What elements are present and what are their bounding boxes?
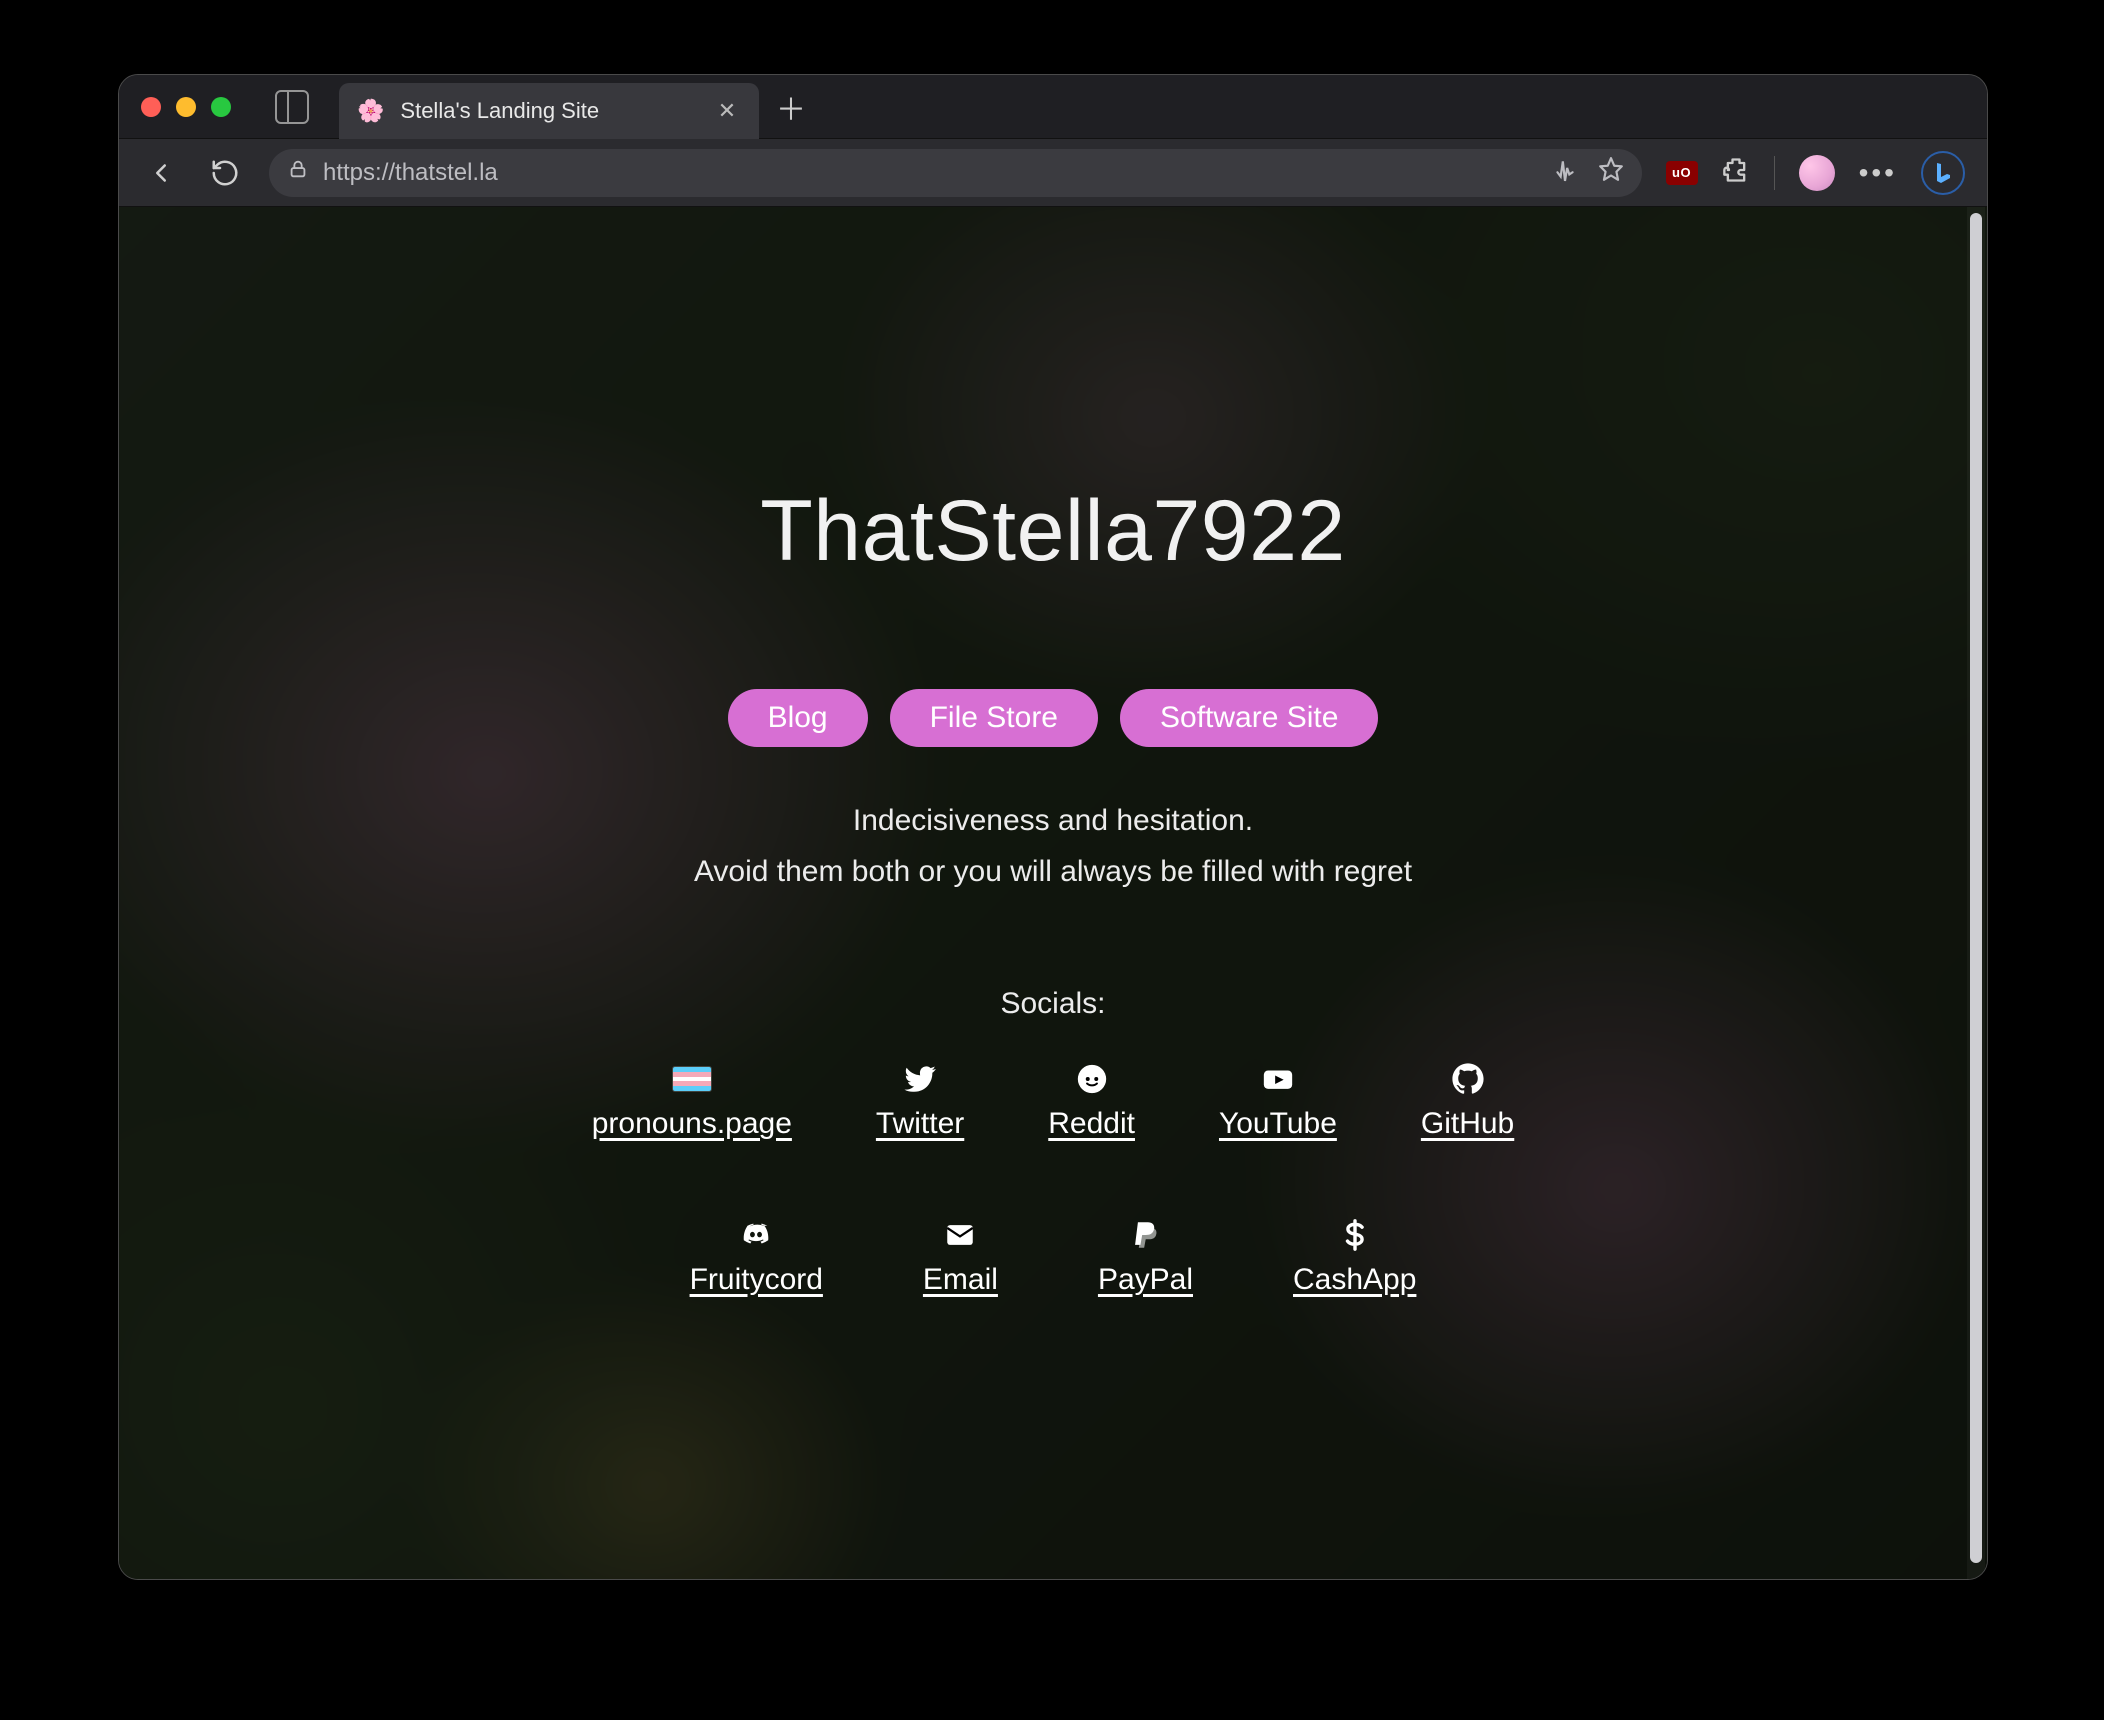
vertical-scrollbar-thumb[interactable] [1970, 213, 1982, 1563]
reddit-icon [1075, 1061, 1109, 1097]
more-menu-button[interactable]: ••• [1859, 157, 1897, 189]
window-minimize-button[interactable] [176, 97, 196, 117]
read-aloud-icon[interactable] [1552, 156, 1578, 189]
extensions-button[interactable] [1722, 156, 1750, 189]
ublock-extension-icon[interactable]: uO [1666, 161, 1698, 185]
social-label: Email [923, 1263, 998, 1297]
tagline-line-2: Avoid them both or you will always be fi… [694, 846, 1412, 897]
transflag-icon [672, 1061, 712, 1097]
social-label: Fruitycord [690, 1263, 823, 1297]
back-button[interactable] [141, 153, 181, 193]
bing-chat-button[interactable] [1921, 151, 1965, 195]
nav-button-software[interactable]: Software Site [1120, 689, 1378, 747]
social-label: Twitter [876, 1107, 964, 1141]
tagline-line-1: Indecisiveness and hesitation. [694, 795, 1412, 846]
window-close-button[interactable] [141, 97, 161, 117]
lock-icon [287, 158, 309, 187]
tab-favicon-icon: 🌸 [357, 98, 384, 124]
social-label: Reddit [1048, 1107, 1135, 1141]
tab-title: Stella's Landing Site [400, 98, 697, 124]
window-zoom-button[interactable] [211, 97, 231, 117]
discord-icon [739, 1217, 773, 1253]
social-link-cashapp[interactable]: CashApp [1293, 1217, 1416, 1297]
social-link-twitter[interactable]: Twitter [876, 1061, 964, 1141]
profile-avatar[interactable] [1799, 155, 1835, 191]
page-viewport: ThatStella7922 Blog File Store Software … [119, 207, 1987, 1579]
reload-button[interactable] [205, 153, 245, 193]
nav-button-blog[interactable]: Blog [728, 689, 868, 747]
socials-row-2: Fruitycord Email PayPal [690, 1217, 1417, 1297]
titlebar: 🌸 Stella's Landing Site ✕ ＋ [119, 75, 1987, 139]
address-url: https://thatstel.la [323, 159, 498, 187]
nav-button-row: Blog File Store Software Site [728, 689, 1379, 747]
social-link-github[interactable]: GitHub [1421, 1061, 1514, 1141]
paypal-icon [1128, 1217, 1162, 1253]
social-label: GitHub [1421, 1107, 1514, 1141]
socials-heading: Socials: [1000, 987, 1105, 1021]
nav-button-filestore[interactable]: File Store [890, 689, 1098, 747]
email-icon [943, 1217, 977, 1253]
tab-overview-button[interactable] [275, 90, 309, 124]
tagline: Indecisiveness and hesitation. Avoid the… [694, 795, 1412, 897]
toolbar-divider [1774, 156, 1775, 190]
favorite-icon[interactable] [1598, 156, 1624, 189]
twitter-icon [903, 1061, 937, 1097]
social-label: YouTube [1219, 1107, 1337, 1141]
page-content: ThatStella7922 Blog File Store Software … [119, 207, 1987, 1579]
page-title: ThatStella7922 [760, 482, 1346, 581]
browser-window: 🌸 Stella's Landing Site ✕ ＋ https://that… [118, 74, 1988, 1580]
address-bar[interactable]: https://thatstel.la [269, 149, 1642, 197]
toolbar: https://thatstel.la uO ••• [119, 139, 1987, 207]
social-link-paypal[interactable]: PayPal [1098, 1217, 1193, 1297]
socials-row-1: pronouns.page Twitter Reddit [592, 1061, 1515, 1141]
dollar-icon [1338, 1217, 1372, 1253]
social-link-email[interactable]: Email [923, 1217, 998, 1297]
tab-close-button[interactable]: ✕ [713, 98, 741, 124]
vertical-scrollbar[interactable] [1967, 207, 1985, 1579]
new-tab-button[interactable]: ＋ [769, 85, 813, 129]
window-controls [141, 97, 231, 117]
social-label: CashApp [1293, 1263, 1416, 1297]
github-icon [1451, 1061, 1485, 1097]
toolbar-right: uO ••• [1666, 151, 1965, 195]
browser-tab-active[interactable]: 🌸 Stella's Landing Site ✕ [339, 83, 759, 139]
social-link-reddit[interactable]: Reddit [1048, 1061, 1135, 1141]
social-link-pronouns[interactable]: pronouns.page [592, 1061, 792, 1141]
social-label: PayPal [1098, 1263, 1193, 1297]
social-link-youtube[interactable]: YouTube [1219, 1061, 1337, 1141]
youtube-icon [1261, 1061, 1295, 1097]
social-label: pronouns.page [592, 1107, 792, 1141]
social-link-discord[interactable]: Fruitycord [690, 1217, 823, 1297]
